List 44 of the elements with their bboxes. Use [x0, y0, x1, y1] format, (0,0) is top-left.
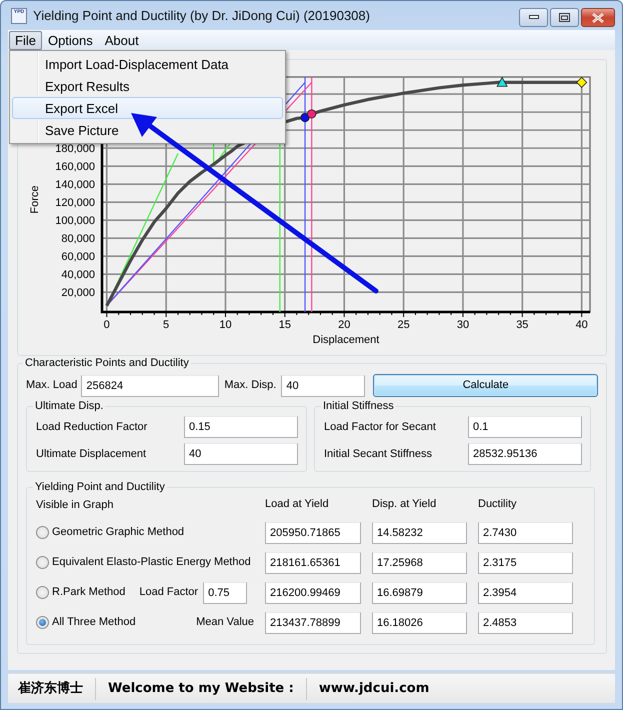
field-label: Load Reduction Factor — [36, 420, 148, 435]
field-label: Mean Value — [196, 615, 254, 630]
field-label: Max. Load — [26, 378, 78, 394]
field-label: Ultimate Displacement — [36, 446, 146, 462]
group-title: Characteristic Points and Ductility — [24, 356, 190, 370]
tick-label: 140,000 — [55, 179, 95, 192]
tick-label: 20,000 — [61, 287, 95, 300]
status-text: www.jdcui.com — [318, 680, 430, 698]
column-header: Visible in Graph — [36, 498, 114, 513]
tick-label: 10 — [219, 319, 232, 331]
tick-label: 60,000 — [61, 251, 95, 264]
tick-label: 30 — [456, 319, 470, 331]
tick-label: 80,000 — [61, 233, 95, 246]
option-label: All Three Method — [52, 615, 136, 630]
column-header: Ductility — [478, 496, 518, 512]
column-header: Load at Yield — [265, 496, 330, 512]
option-label: R.Park Method — [52, 585, 126, 600]
tick-label: 180,000 — [55, 143, 95, 156]
field-label: Load Factor — [139, 585, 198, 600]
column-header: Disp. at Yield — [372, 496, 438, 512]
axis-title: Displacement — [312, 334, 380, 346]
tick-label: 5 — [163, 319, 170, 331]
tick-label: 160,000 — [55, 161, 95, 174]
tick-label: 35 — [516, 319, 528, 331]
window-title: Yielding Point and Ductility (by Dr. JiDong Cui) (20190308) — [33, 6, 370, 25]
tick-label: 40 — [576, 319, 588, 331]
field-label: Load Factor for Secant — [324, 420, 436, 435]
group-title: Yielding Point and Ductility — [34, 480, 166, 494]
status-text: 崔济东博士 — [16, 680, 84, 698]
tick-label: 20 — [338, 319, 350, 331]
axis-title: Force — [29, 185, 41, 214]
group-title: Initial Stiffness — [322, 399, 395, 413]
group-title: Ultimate Disp. — [34, 399, 104, 413]
tick-label: 120,000 — [55, 197, 95, 210]
option-label: Equivalent Elasto-Plastic Energy Method — [52, 555, 251, 570]
option-label: Geometric Graphic Method — [52, 525, 184, 540]
status-text: Welcome to my Website : — [107, 680, 295, 698]
tick-label: 15 — [278, 319, 291, 331]
tick-label: 100,000 — [55, 215, 95, 228]
field-label: Initial Secant Stiffness — [324, 446, 432, 462]
field-label: Max. Disp. — [224, 378, 276, 394]
tick-label: 40,000 — [61, 269, 95, 282]
tick-label: 0 — [104, 319, 110, 331]
tick-label: 25 — [397, 319, 410, 331]
